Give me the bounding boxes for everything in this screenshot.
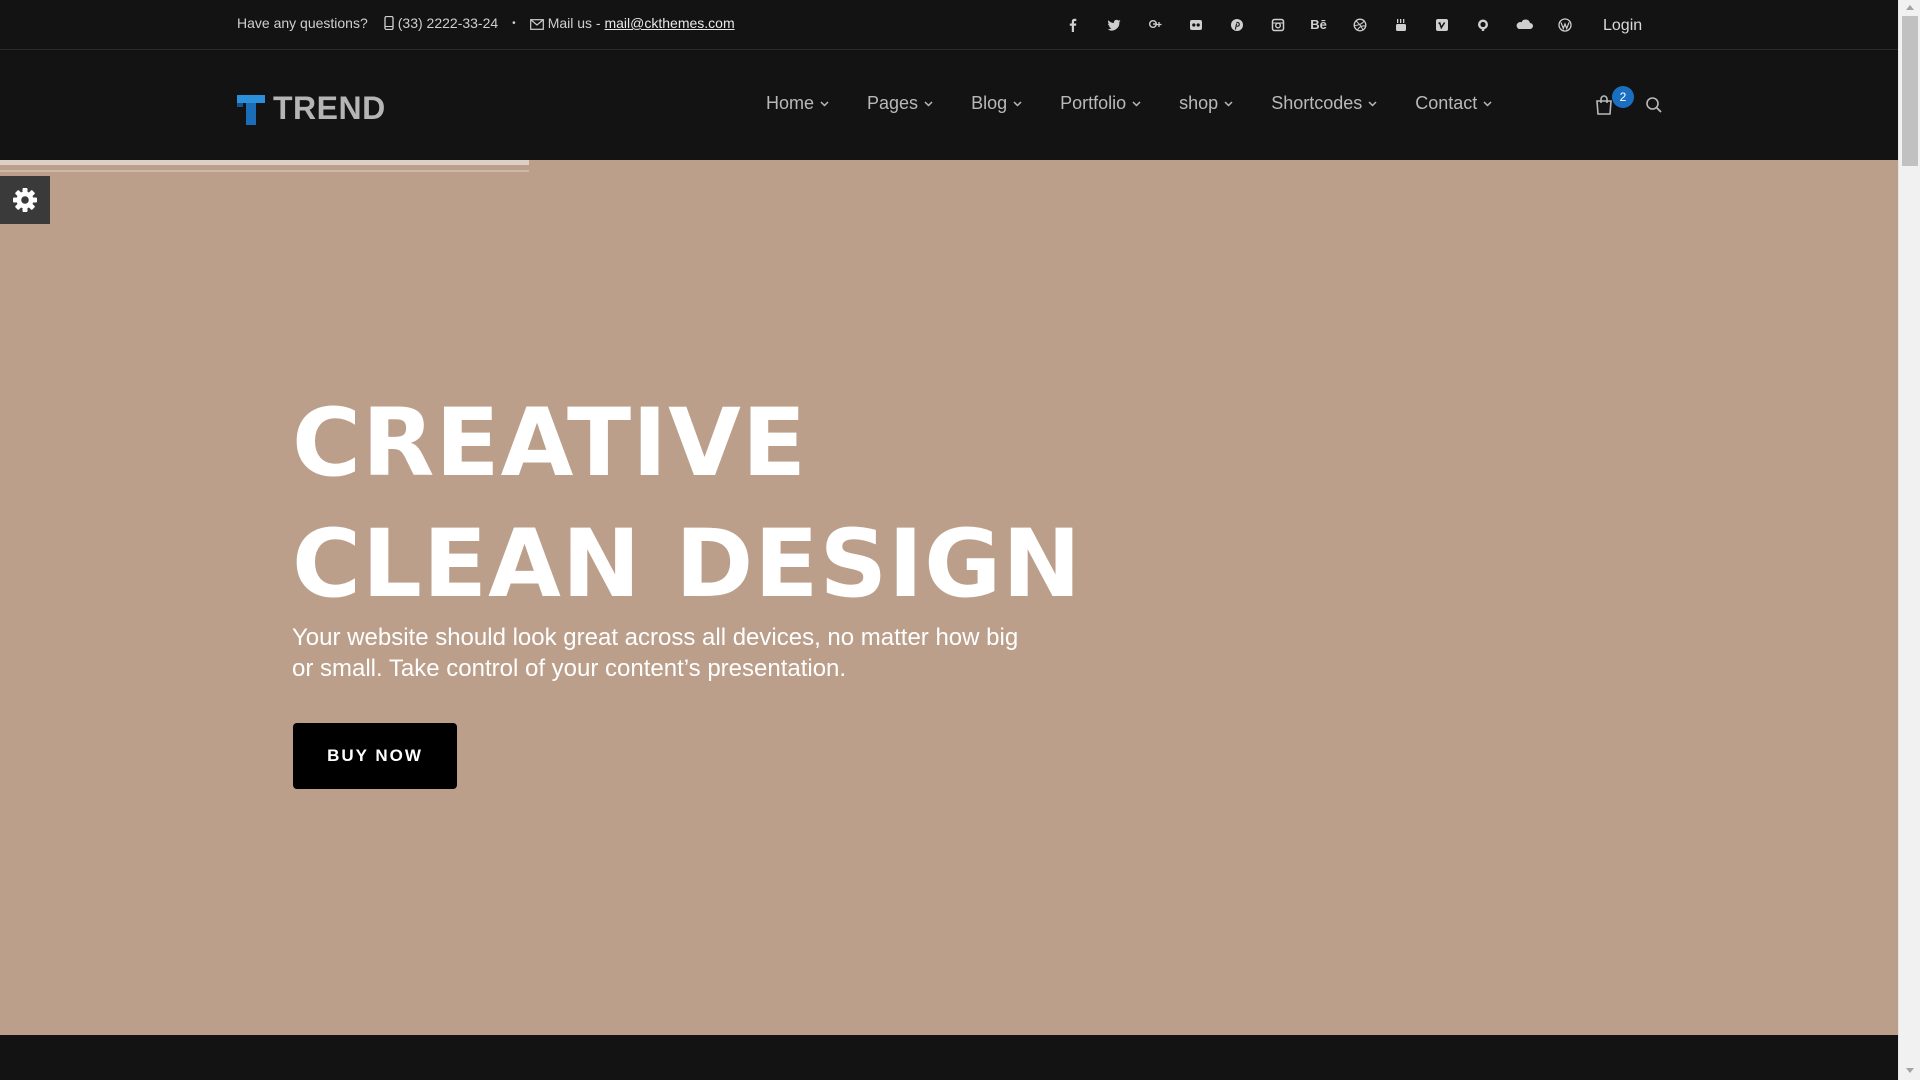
twitter-icon[interactable] [1093,0,1134,49]
pinterest-icon[interactable] [1216,0,1257,49]
nav-label: Shortcodes [1271,93,1363,113]
nav-contact[interactable]: Contact [1415,93,1492,114]
nav-shop[interactable]: shop [1179,93,1233,114]
nav-home[interactable]: Home [766,93,829,114]
phone-icon [384,15,394,31]
chevron-down-icon [924,100,933,107]
slider-progress-line [0,170,529,172]
chevron-down-icon [1368,100,1377,107]
phone-number: (33) 2222-33-24 [397,15,499,31]
slider-progress-bar [0,160,529,165]
nav-label: Portfolio [1060,93,1127,113]
shopping-bag-icon[interactable] [1594,94,1614,116]
separator-dot: • [512,17,516,29]
nav-portfolio[interactable]: Portfolio [1060,93,1141,114]
cart-count-badge: 2 [1612,86,1634,108]
buy-now-button[interactable]: BUY NOW [293,723,457,789]
facebook-icon[interactable] [1052,0,1093,49]
logo-text: TREND [273,90,386,126]
github-icon[interactable] [1462,0,1503,49]
hero-subtitle: Your website should look great across al… [292,624,1019,682]
google-plus-icon[interactable] [1134,0,1175,49]
chevron-down-icon [1132,100,1141,107]
wordpress-icon[interactable] [1544,0,1585,49]
nav-label: shop [1179,93,1219,113]
main-header: TREND Home Pages Blog Portfolio shop Sho… [0,50,1898,160]
instagram-icon[interactable] [1257,0,1298,49]
site-logo[interactable]: TREND [237,90,386,127]
nav-blog[interactable]: Blog [971,93,1022,114]
dribbble-icon[interactable] [1339,0,1380,49]
hero-title-line1: CREATIVE [292,389,808,498]
chevron-down-icon [1013,100,1022,107]
contact-info: Have any questions? (33) 2222-33-24 • Ma… [237,15,735,31]
soundcloud-icon[interactable] [1503,0,1544,49]
behance-icon[interactable]: Bē [1298,0,1339,49]
mail-label: Mail us - [547,15,601,31]
chevron-down-icon [820,100,829,107]
nav-label: Blog [971,93,1008,113]
nav-label: Pages [867,93,919,113]
flickr-icon[interactable] [1175,0,1216,49]
login-link[interactable]: Login [1603,17,1642,35]
hero-title: CREATIVE CLEAN DESIGN [292,383,1082,625]
settings-panel-toggle[interactable] [0,176,50,224]
scroll-up-arrow-icon[interactable] [1906,5,1914,10]
nav-label: Contact [1415,93,1478,113]
next-section [0,1035,1898,1080]
logo-mark-icon [237,94,265,125]
questions-text: Have any questions? [237,15,368,31]
gear-icon [13,188,37,212]
vimeo-icon[interactable] [1421,0,1462,49]
search-icon[interactable] [1645,96,1663,114]
social-icons: Bē [1052,0,1585,49]
hero-slider: CREATIVE CLEAN DESIGN Your website shoul… [0,160,1898,1035]
scrollbar-thumb[interactable] [1902,16,1918,166]
nav-pages[interactable]: Pages [867,93,933,114]
page: Have any questions? (33) 2222-33-24 • Ma… [0,0,1898,1080]
top-bar: Have any questions? (33) 2222-33-24 • Ma… [0,0,1898,50]
scroll-down-arrow-icon[interactable] [1906,1068,1914,1073]
youtube-icon[interactable] [1380,0,1421,49]
chevron-down-icon [1224,100,1233,107]
chevron-down-icon [1483,100,1492,107]
page-scrollbar[interactable] [1898,0,1920,1080]
hero-title-line2: CLEAN DESIGN [292,510,1082,619]
nav-shortcodes[interactable]: Shortcodes [1271,93,1377,114]
nav-label: Home [766,93,815,113]
main-nav: Home Pages Blog Portfolio shop Shortcode… [766,93,1530,114]
mail-icon [529,15,544,31]
email-link[interactable]: mail@ckthemes.com [604,15,734,31]
